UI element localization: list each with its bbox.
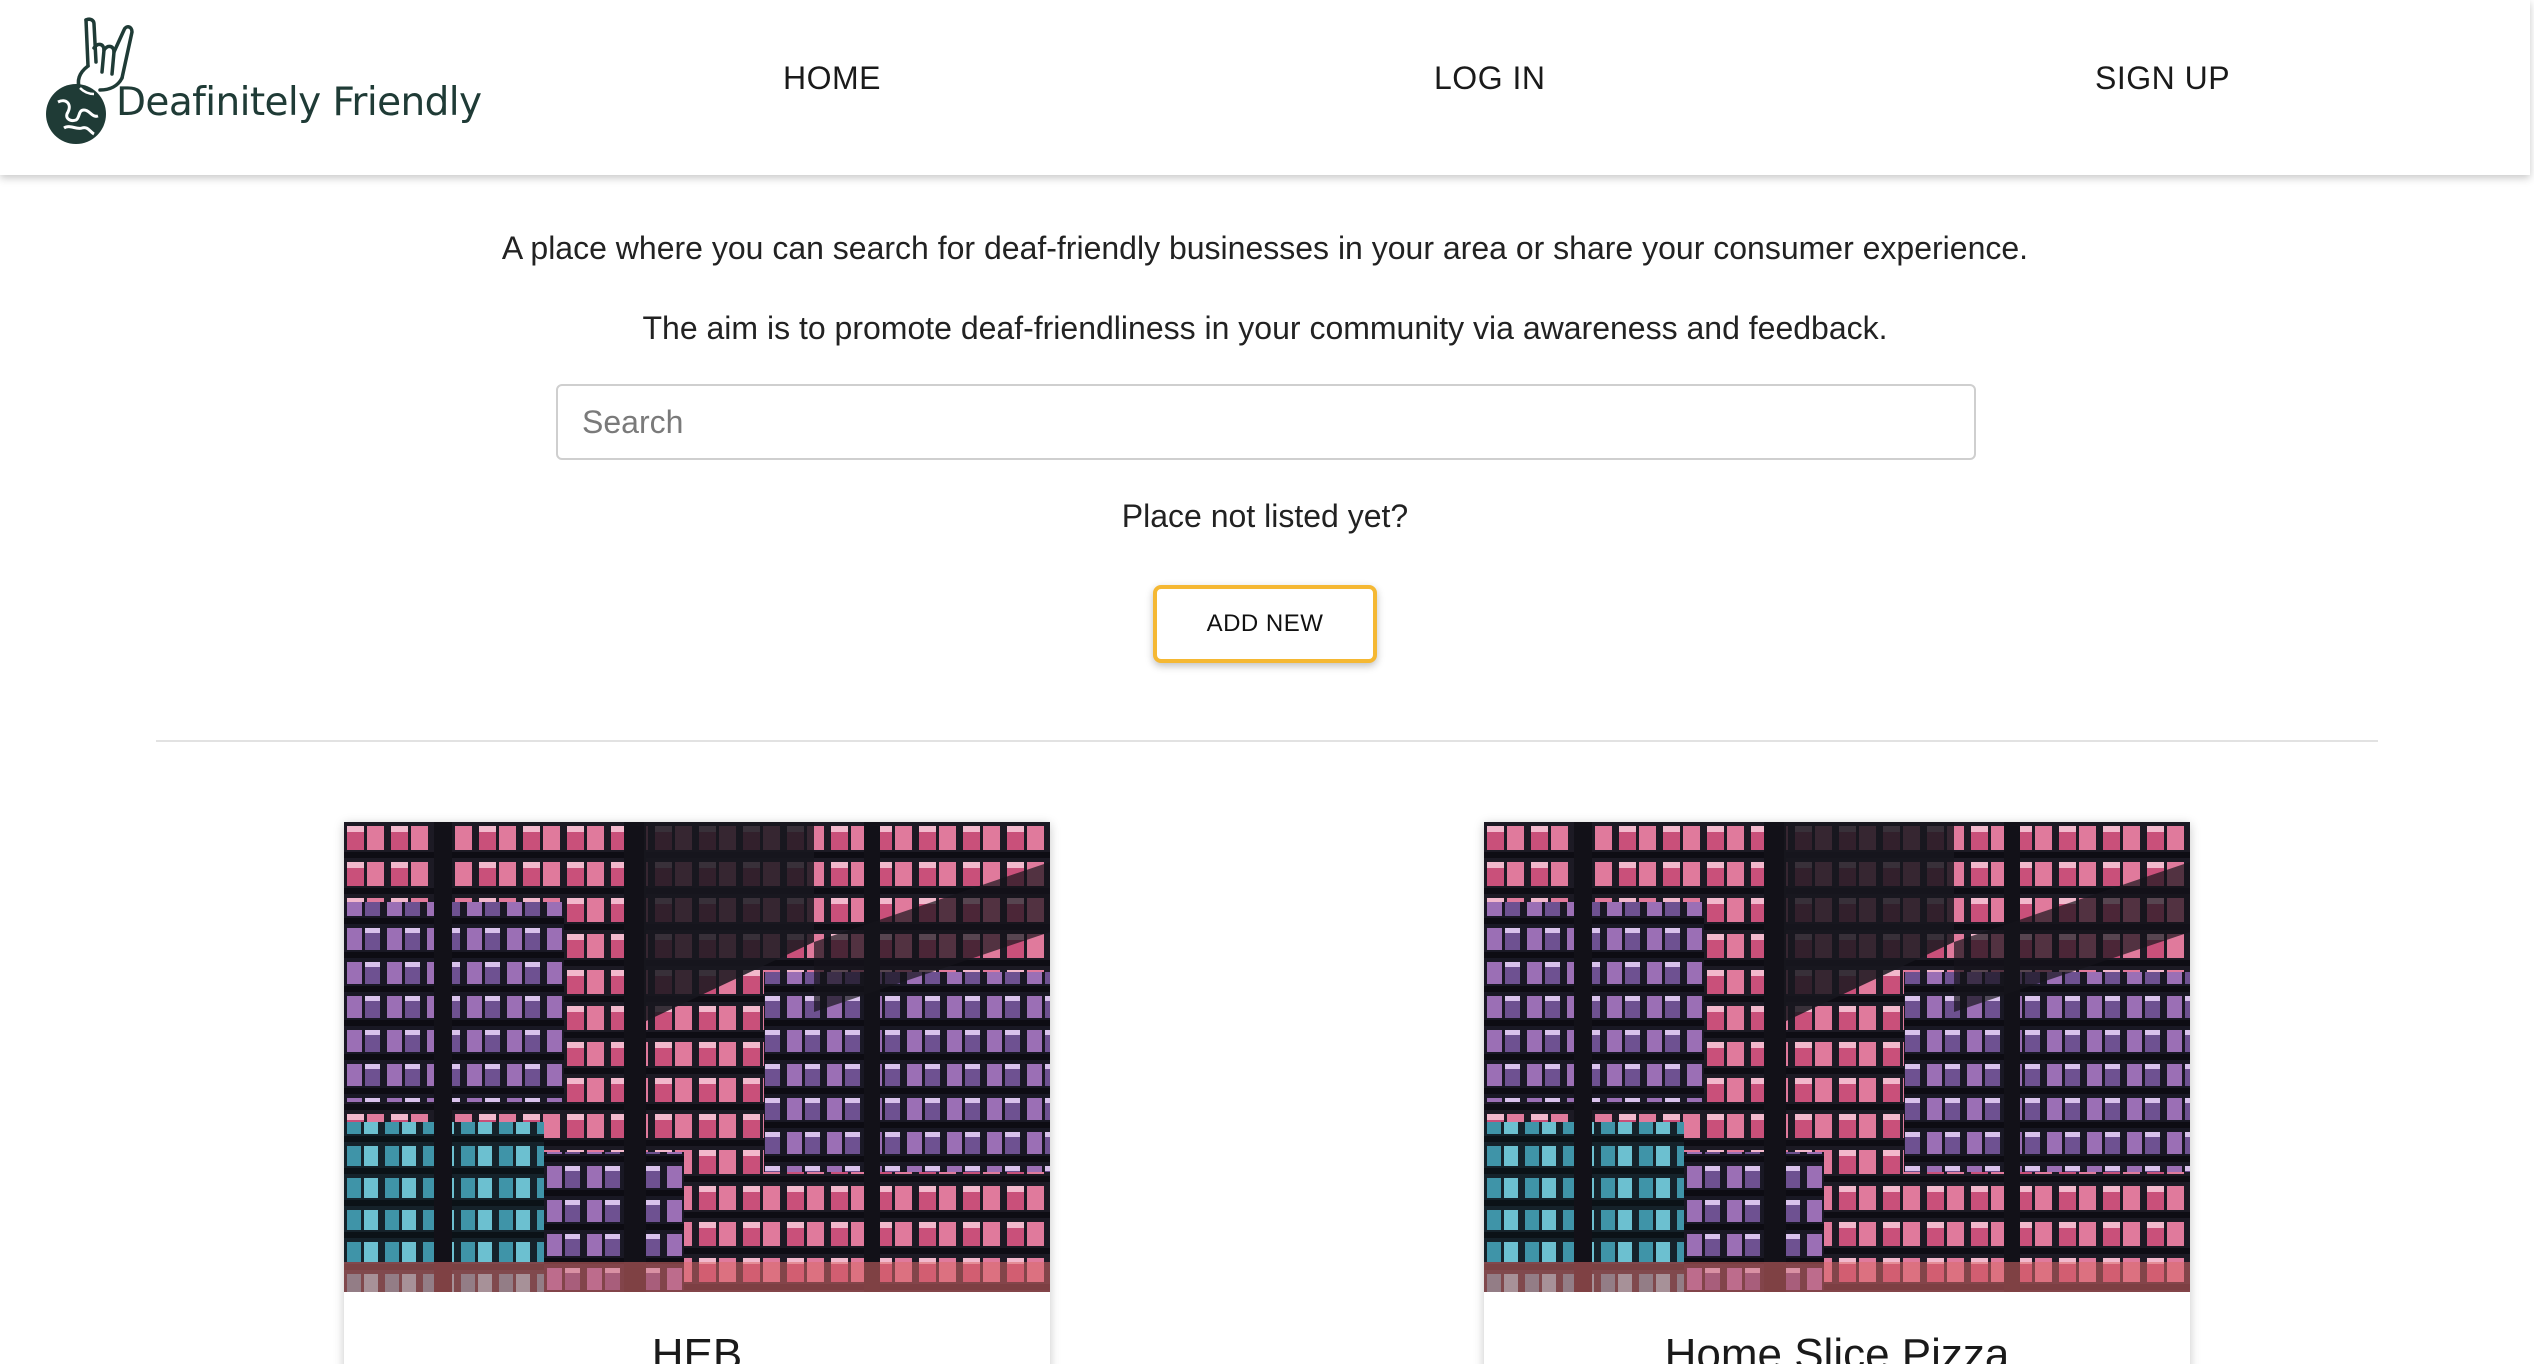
section-divider bbox=[156, 740, 2378, 742]
nav-login-link[interactable]: LOG IN bbox=[1434, 60, 1545, 97]
brand-name: Deafinitely Friendly bbox=[116, 80, 482, 125]
page: Deafinitely Friendly HOME LOG IN SIGN UP… bbox=[0, 0, 2534, 1364]
nav-home-link[interactable]: HOME bbox=[783, 60, 881, 97]
add-new-button[interactable]: ADD NEW bbox=[1153, 585, 1377, 663]
tagline-aim: The aim is to promote deaf-friendliness … bbox=[642, 310, 1888, 346]
navbar: Deafinitely Friendly HOME LOG IN SIGN UP bbox=[0, 0, 2530, 175]
business-card[interactable]: Home Slice Pizza bbox=[1484, 822, 2190, 1364]
search-input[interactable] bbox=[556, 384, 1976, 460]
business-card[interactable]: HEB bbox=[344, 822, 1050, 1364]
not-listed-prompt: Place not listed yet? bbox=[1121, 498, 1409, 534]
tagline-intro: A place where you can search for deaf-fr… bbox=[501, 230, 2029, 266]
office-building-night-photo bbox=[344, 822, 1050, 1292]
brand-logo[interactable]: Deafinitely Friendly bbox=[40, 14, 482, 148]
nav-signup-link[interactable]: SIGN UP bbox=[2095, 60, 2230, 97]
business-card-title: Home Slice Pizza bbox=[1664, 1330, 2010, 1364]
office-building-night-photo bbox=[1484, 822, 2190, 1292]
business-card-title: HEB bbox=[651, 1330, 743, 1364]
